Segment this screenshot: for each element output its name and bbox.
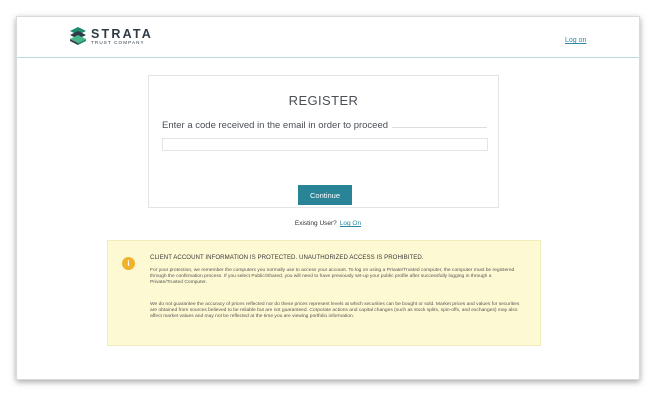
code-input[interactable]	[162, 138, 488, 151]
notice-paragraph-pricing: We do not guarantee the accuracy of pric…	[150, 302, 520, 320]
register-card: REGISTER Enter a code received in the em…	[148, 75, 499, 208]
info-icon: i	[122, 257, 135, 270]
logo-wordmark: STRATA	[91, 27, 154, 41]
code-prompt: Enter a code received in the email in or…	[162, 120, 389, 131]
security-notice: i CLIENT ACCOUNT INFORMATION IS PROTECTE…	[107, 240, 541, 346]
prompt-divider	[392, 127, 487, 128]
notice-paragraph-protection: For your protection, we remember the com…	[150, 268, 515, 286]
logo-subtitle: TRUST COMPANY	[91, 40, 145, 45]
notice-heading: CLIENT ACCOUNT INFORMATION IS PROTECTED.…	[150, 254, 424, 261]
page-title: REGISTER	[288, 93, 359, 108]
continue-button[interactable]: Continue	[298, 185, 352, 205]
header-log-on-link[interactable]: Log on	[565, 37, 586, 44]
browser-page: STRATA TRUST COMPANY Log on REGISTER Ent…	[16, 16, 640, 380]
log-on-link[interactable]: Log On	[340, 220, 361, 227]
existing-user-label: Existing User?	[294, 220, 337, 227]
existing-user-row: Existing User? Log On	[17, 220, 639, 227]
strata-logo: STRATA TRUST COMPANY	[69, 26, 169, 50]
site-header: STRATA TRUST COMPANY Log on	[17, 17, 639, 58]
strata-logo-icon	[70, 27, 86, 45]
